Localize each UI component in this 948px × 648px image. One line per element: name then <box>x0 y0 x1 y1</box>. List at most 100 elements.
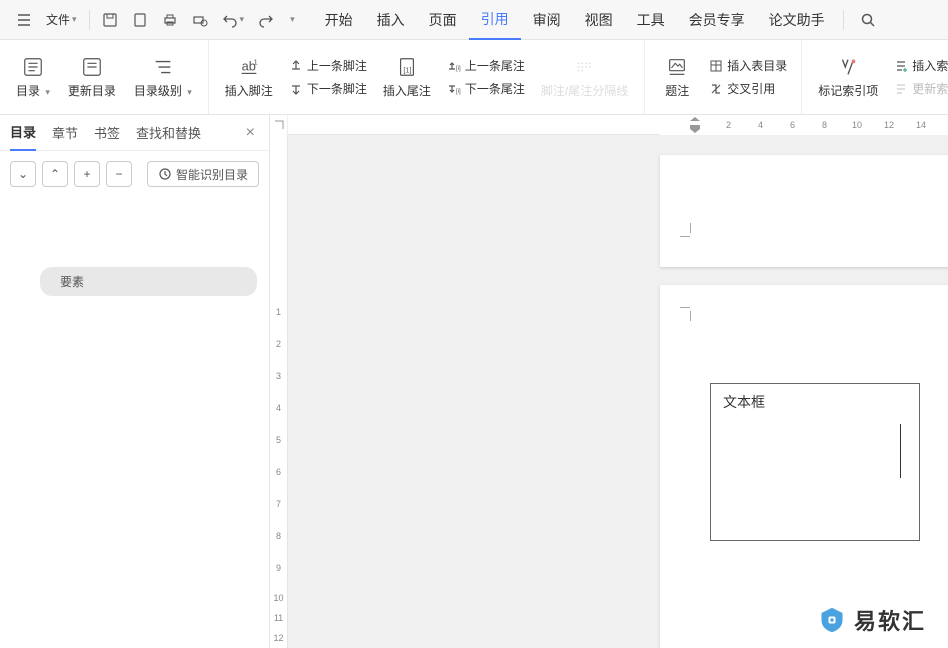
textbox-content: 文本框 <box>723 394 765 410</box>
export-button[interactable] <box>126 6 154 34</box>
ruler-mark: 10 <box>270 593 287 603</box>
side-toolbar: ⌄ ⌃ + − 智能识别目录 <box>0 151 269 197</box>
document-area: 2 4 6 8 10 12 14 1 2 3 4 5 6 7 8 9 10 11… <box>270 115 948 648</box>
mark-index-button[interactable]: 标记索引项 <box>812 52 884 103</box>
file-menu[interactable]: 文件 ▾ <box>40 6 83 34</box>
group-toc: 目录 ▾ 更新目录 目录级别 ▾ <box>0 40 209 114</box>
ruler-mark: 7 <box>270 499 287 509</box>
side-tab-bookmarks[interactable]: 书签 <box>94 115 120 151</box>
redo-button[interactable] <box>252 6 280 34</box>
minus-icon: − <box>115 167 122 181</box>
tab-review[interactable]: 审阅 <box>521 0 573 40</box>
update-toc-button[interactable]: 更新目录 <box>62 52 122 103</box>
side-tabs: 目录 章节 书签 查找和替换 × <box>0 115 269 151</box>
navigation-panel: 目录 章节 书签 查找和替换 × ⌄ ⌃ + − 智能识别目录 要素 <box>0 115 270 648</box>
page-2[interactable]: 文本框 <box>660 285 948 648</box>
toc-tree-item[interactable]: 要素 <box>40 267 257 296</box>
ribbon: 目录 ▾ 更新目录 目录级别 ▾ ab1 插入脚注 上一条脚注 下一条脚注 <box>0 40 948 115</box>
expand-all-button[interactable]: ⌃ <box>42 161 68 187</box>
menu-hamburger[interactable] <box>10 6 38 34</box>
tab-member[interactable]: 会员专享 <box>677 0 757 40</box>
tab-view[interactable]: 视图 <box>573 0 625 40</box>
insert-table-toc-button[interactable]: 插入表目录 <box>705 55 791 76</box>
collapse-all-button[interactable]: ⌄ <box>10 161 36 187</box>
ruler-mark: 6 <box>790 120 795 130</box>
print-button[interactable] <box>156 6 184 34</box>
menu-tabs: 开始 插入 页面 引用 审阅 视图 工具 会员专享 论文助手 <box>313 0 837 40</box>
svg-text:[i]: [i] <box>456 66 461 72</box>
toc-button[interactable]: 目录 ▾ <box>10 52 56 103</box>
margin-corner-icon <box>676 307 690 321</box>
group-index: 标记索引项 插入索引 更新索引 <box>802 40 948 114</box>
tab-page[interactable]: 页面 <box>417 0 469 40</box>
side-tab-find-replace[interactable]: 查找和替换 <box>136 115 201 151</box>
tab-insert[interactable]: 插入 <box>365 0 417 40</box>
search-button[interactable] <box>854 6 882 34</box>
page-1[interactable]: 2 <box>660 155 948 267</box>
ruler-mark: 8 <box>822 120 827 130</box>
toc-level-button[interactable]: 目录级别 ▾ <box>128 52 198 103</box>
prev-footnote-button[interactable]: 上一条脚注 <box>285 55 371 76</box>
tab-thesis[interactable]: 论文助手 <box>757 0 837 40</box>
tab-start[interactable]: 开始 <box>313 0 365 40</box>
promote-button[interactable]: + <box>74 161 100 187</box>
clock-icon <box>158 167 172 181</box>
insert-index-button[interactable]: 插入索引 <box>890 55 948 76</box>
print-preview-button[interactable] <box>186 6 214 34</box>
undo-button[interactable]: ▾ <box>216 6 251 34</box>
ruler-mark: 4 <box>758 120 763 130</box>
chevron-down-icon[interactable]: ▾ <box>282 6 301 34</box>
ruler-mark: 12 <box>884 120 894 130</box>
file-menu-label: 文件 <box>46 11 70 28</box>
ruler-mark: 9 <box>270 563 287 573</box>
chevron-down-icon: ⌄ <box>18 167 28 181</box>
save-button[interactable] <box>96 6 124 34</box>
insert-endnote-button[interactable]: [1] 插入尾注 <box>377 52 437 103</box>
ruler-mark: 3 <box>270 371 287 381</box>
svg-text:[i]: [i] <box>456 89 461 95</box>
ruler-marks: 2 4 6 8 10 12 14 <box>660 115 948 135</box>
side-tab-chapters[interactable]: 章节 <box>52 115 78 151</box>
ruler-mark: 10 <box>852 120 862 130</box>
chevron-up-icon: ⌃ <box>50 167 60 181</box>
content-area: 目录 章节 书签 查找和替换 × ⌄ ⌃ + − 智能识别目录 要素 2 <box>0 115 948 648</box>
caption-button[interactable]: 题注 <box>655 52 699 103</box>
side-tab-toc[interactable]: 目录 <box>10 115 36 151</box>
text-cursor <box>900 424 901 478</box>
footnote-sep-button[interactable]: 脚注/尾注分隔线 <box>535 52 634 103</box>
next-endnote-button[interactable]: [i] 下一条尾注 <box>443 78 529 99</box>
cross-ref-button[interactable]: 交叉引用 <box>705 78 791 99</box>
ruler-mark: 8 <box>270 531 287 541</box>
ruler-mark: 12 <box>270 633 287 643</box>
prev-endnote-button[interactable]: [i] 上一条尾注 <box>443 55 529 76</box>
ruler-mark: 14 <box>916 120 926 130</box>
ruler-mark: 11 <box>270 613 287 623</box>
chevron-down-icon: ▾ <box>72 14 77 25</box>
separator <box>89 10 90 30</box>
tab-references[interactable]: 引用 <box>469 0 521 40</box>
ruler-vertical[interactable]: 1 2 3 4 5 6 7 8 9 10 11 12 13 14 15 <box>270 135 288 648</box>
ruler-mark: 1 <box>270 307 287 317</box>
tab-tools[interactable]: 工具 <box>625 0 677 40</box>
ruler-mark: 4 <box>270 403 287 413</box>
quick-toolbar: 文件 ▾ ▾ ▾ 开始 插入 页面 引用 审阅 视图 工具 会员专享 论文助手 <box>0 0 948 40</box>
margin-corner-icon <box>676 223 690 237</box>
insert-footnote-button[interactable]: ab1 插入脚注 <box>219 52 279 103</box>
group-caption: 题注 插入表目录 交叉引用 <box>645 40 802 114</box>
svg-text:1: 1 <box>253 57 257 66</box>
ruler-mark: 5 <box>270 435 287 445</box>
watermark: 易软汇 <box>818 604 926 636</box>
ruler-mark: 2 <box>726 120 731 130</box>
ruler-mark: 2 <box>270 339 287 349</box>
separator <box>843 10 844 30</box>
text-box[interactable]: 文本框 <box>710 383 920 541</box>
smart-recognize-button[interactable]: 智能识别目录 <box>147 161 259 187</box>
ruler-mark: 6 <box>270 467 287 477</box>
update-index-button: 更新索引 <box>890 78 948 99</box>
ruler-corner <box>270 115 288 135</box>
demote-button[interactable]: − <box>106 161 132 187</box>
close-panel-button[interactable]: × <box>242 120 259 146</box>
next-footnote-button[interactable]: 下一条脚注 <box>285 78 371 99</box>
indent-marker-top[interactable] <box>690 117 700 133</box>
plus-icon: + <box>83 167 90 181</box>
